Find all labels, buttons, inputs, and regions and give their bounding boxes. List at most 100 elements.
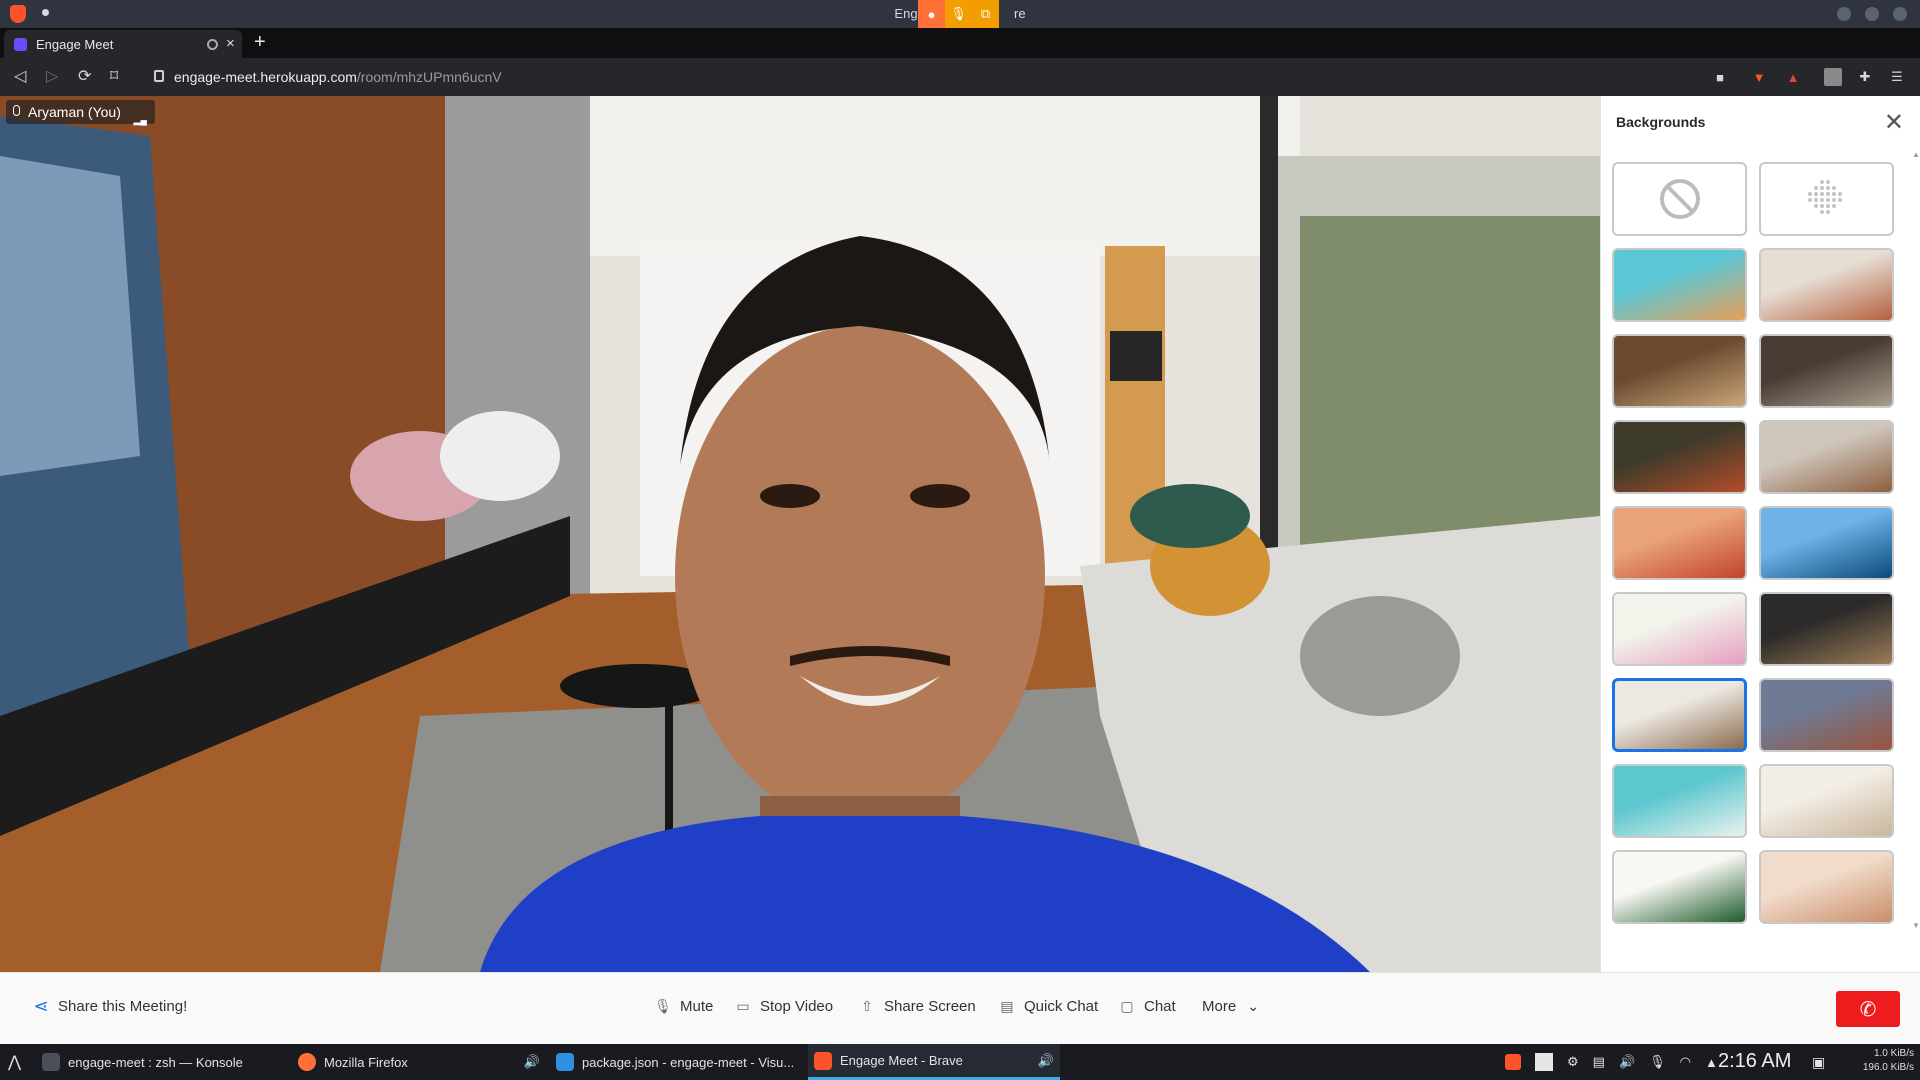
- upload-arrow-icon: ⇧: [861, 998, 873, 1014]
- background-thumbnail-monstera-leaf[interactable]: [1612, 850, 1747, 924]
- hang-up-button[interactable]: ✆: [1836, 991, 1900, 1027]
- background-thumbnail-golden-gate-fog[interactable]: [1759, 850, 1894, 924]
- background-thumbnail-red-rocks[interactable]: [1759, 678, 1894, 752]
- minimize-button[interactable]: [1837, 7, 1851, 21]
- settings-tray-icon[interactable]: ⚙: [1567, 1054, 1579, 1070]
- firefox-icon: [298, 1053, 316, 1071]
- forward-icon[interactable]: ▷: [46, 66, 58, 86]
- battery-tray-icon[interactable]: ▤: [1593, 1054, 1605, 1070]
- bookmark-icon[interactable]: ⌑: [110, 66, 118, 86]
- background-thumbnail-bookshelf[interactable]: [1612, 334, 1747, 408]
- brave-rewards-icon[interactable]: ▲: [1784, 68, 1802, 86]
- maximize-button[interactable]: [1865, 7, 1879, 21]
- background-thumbnail-white-dining-room[interactable]: [1759, 764, 1894, 838]
- background-thumbnail-desert-dune[interactable]: [1612, 506, 1747, 580]
- sharing-indicators: ● 🎙 ⧉: [918, 0, 999, 28]
- clock[interactable]: 2:16 AM: [1718, 1050, 1791, 1073]
- meeting-controls: ⋖ Share this Meeting! 🎙 Mute ▭ Stop Vide…: [0, 972, 1920, 1044]
- recording-indicator-icon: [207, 39, 218, 50]
- background-thumbnail-flowers[interactable]: [1612, 592, 1747, 666]
- navigation-bar: ◁ ▷ ⟳ ⌑ engage-meet.herokuapp.com/room/m…: [0, 58, 1920, 96]
- new-tab-button[interactable]: +: [254, 31, 266, 54]
- firefox-indicator-icon[interactable]: ●: [918, 0, 945, 28]
- taskbar-item-firefox[interactable]: Mozilla Firefox 🔊: [292, 1044, 546, 1080]
- back-icon[interactable]: ◁: [14, 66, 26, 86]
- scroll-down-icon[interactable]: ▼: [1912, 921, 1920, 930]
- tab-engage-meet[interactable]: Engage Meet ×: [4, 30, 242, 58]
- quick-chat-button[interactable]: ▤ Quick Chat: [998, 998, 1098, 1015]
- window-title-right: re: [1014, 6, 1026, 21]
- share-icon: ⋖: [33, 996, 49, 1016]
- wifi-tray-icon[interactable]: ◠: [1680, 1054, 1691, 1070]
- clipboard-tray-icon[interactable]: [1535, 1053, 1553, 1071]
- speaker-icon: 🔊: [1037, 1052, 1054, 1068]
- background-thumbnail-none[interactable]: [1612, 162, 1747, 236]
- network-speed: 1.0 KiB/s 196.0 KiB/s: [1840, 1047, 1914, 1075]
- microphone-indicator-icon[interactable]: 🎙: [945, 0, 972, 28]
- signal-strength-icon: ▂▄: [133, 115, 147, 125]
- window-close-button[interactable]: [1893, 7, 1907, 21]
- background-thumbnail-green-wall-lounge[interactable]: [1612, 420, 1747, 494]
- reload-icon[interactable]: ⟳: [78, 66, 91, 86]
- taskbar-item-label: Mozilla Firefox: [324, 1054, 408, 1070]
- background-thumbnail-tropical-beach[interactable]: [1612, 764, 1747, 838]
- chat-bubble-icon: ▢: [1120, 998, 1134, 1014]
- brave-icon: [814, 1051, 832, 1070]
- lock-icon[interactable]: [154, 70, 164, 82]
- panel-scrollbar[interactable]: ▲ ▼: [1912, 150, 1920, 930]
- microphone-icon: [13, 105, 20, 116]
- address-bar[interactable]: engage-meet.herokuapp.com/room/mhzUPmn6u…: [144, 63, 1694, 91]
- show-desktop-icon[interactable]: ▣: [1812, 1054, 1825, 1071]
- konsole-icon: [42, 1053, 60, 1071]
- more-button[interactable]: More ⌄: [1202, 998, 1262, 1015]
- share-meeting-button[interactable]: ⋖ Share this Meeting!: [32, 996, 188, 1016]
- tab-close-button[interactable]: ×: [226, 35, 235, 52]
- background-thumbnail-blur[interactable]: [1759, 162, 1894, 236]
- blur-icon: [1807, 180, 1842, 214]
- taskbar-item-label: engage-meet : zsh — Konsole: [68, 1054, 243, 1070]
- menu-icon[interactable]: ☰: [1888, 68, 1906, 86]
- extensions-puzzle-icon[interactable]: ✚: [1856, 68, 1874, 86]
- brave-shields-icon[interactable]: ▼: [1750, 68, 1768, 86]
- chat-button[interactable]: ▢ Chat: [1118, 998, 1175, 1015]
- microphone-icon: 🎙: [654, 998, 672, 1014]
- url-text[interactable]: engage-meet.herokuapp.com/room/mhzUPmn6u…: [174, 69, 502, 85]
- none-icon: [1659, 179, 1700, 219]
- virtual-background-scene: [0, 96, 1600, 972]
- background-thumbnail-dark-kitchen[interactable]: [1759, 592, 1894, 666]
- share-meeting-label: Share this Meeting!: [58, 998, 188, 1015]
- background-thumbnail-ocean-underwater[interactable]: [1759, 506, 1894, 580]
- url-domain: engage-meet.herokuapp.com: [174, 69, 357, 85]
- screen-share-indicator-icon[interactable]: ⧉: [972, 0, 999, 28]
- taskbar-item-konsole[interactable]: engage-meet : zsh — Konsole: [36, 1044, 282, 1080]
- stop-video-label: Stop Video: [760, 998, 834, 1015]
- background-thumbnail-cafe-interior[interactable]: [1759, 334, 1894, 408]
- phone-icon: ✆: [1859, 998, 1877, 1021]
- url-path: /room/mhzUPmn6ucnV: [356, 69, 502, 85]
- panel-title: Backgrounds: [1616, 114, 1706, 130]
- extension-icon[interactable]: [1824, 68, 1842, 86]
- volume-tray-icon[interactable]: 🔊: [1619, 1054, 1635, 1070]
- panel-close-button[interactable]: ✕: [1884, 108, 1904, 137]
- mute-label: Mute: [680, 998, 714, 1015]
- scroll-up-icon[interactable]: ▲: [1912, 150, 1920, 159]
- stop-video-button[interactable]: ▭ Stop Video: [734, 998, 833, 1015]
- background-thumbnail-gallery-lounge[interactable]: [1759, 420, 1894, 494]
- background-thumbnail-cozy-living-room[interactable]: [1759, 248, 1894, 322]
- taskbar-item-brave[interactable]: Engage Meet - Brave 🔊: [808, 1044, 1060, 1080]
- microphone-tray-icon[interactable]: 🎙: [1649, 1054, 1666, 1070]
- share-screen-button[interactable]: ⇧ Share Screen: [858, 998, 976, 1015]
- participant-name: Aryaman (You): [28, 104, 121, 120]
- app-launcher-icon[interactable]: ⋀: [8, 1052, 21, 1072]
- system-taskbar: ⋀ engage-meet : zsh — Konsole Mozilla Fi…: [0, 1044, 1920, 1080]
- network-upload-speed: 1.0 KiB/s: [1873, 1048, 1914, 1059]
- quick-chat-label: Quick Chat: [1024, 998, 1099, 1015]
- camera-in-use-icon[interactable]: ■: [1711, 68, 1729, 86]
- brave-tray-icon[interactable]: [1505, 1054, 1521, 1070]
- taskbar-item-vscode[interactable]: package.json - engage-meet - Visu...: [550, 1044, 808, 1080]
- tab-strip: Engage Meet × +: [0, 28, 1920, 58]
- background-thumbnail-modern-living-room[interactable]: [1612, 678, 1747, 752]
- mute-button[interactable]: 🎙 Mute: [654, 998, 713, 1015]
- background-thumbnail-paint-splash[interactable]: [1612, 248, 1747, 322]
- expand-tray-icon[interactable]: ▲: [1705, 1055, 1718, 1070]
